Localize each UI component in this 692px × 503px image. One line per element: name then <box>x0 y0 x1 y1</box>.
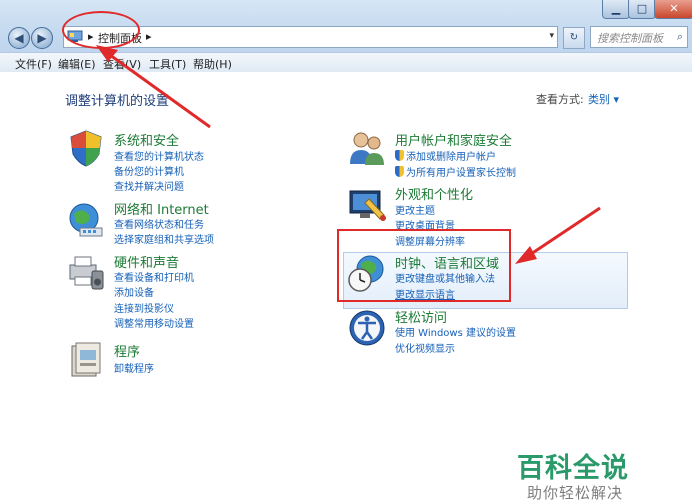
search-placeholder: 搜索控制面板 <box>597 32 663 45</box>
link-change-theme[interactable]: 更改主题 <box>395 202 435 217</box>
category-title-appearance[interactable]: 外观和个性化 <box>395 184 473 203</box>
maximize-button[interactable]: □ <box>628 0 656 19</box>
link-add-remove-accounts[interactable]: 添加或删除用户帐户 <box>395 148 496 163</box>
link-add-remove-accounts-label: 添加或删除用户帐户 <box>406 152 496 163</box>
chevron-down-icon[interactable]: ▾ <box>549 31 554 41</box>
programs-box-icon[interactable] <box>66 340 106 380</box>
link-view-computer-status[interactable]: 查看您的计算机状态 <box>114 148 204 163</box>
minimize-button[interactable]: ▁ <box>602 0 630 19</box>
shield-security-icon[interactable] <box>66 128 106 168</box>
users-icon[interactable] <box>347 128 387 168</box>
menu-tools[interactable]: 工具(T) <box>149 56 186 72</box>
link-optimize-video[interactable]: 优化视频显示 <box>395 340 455 355</box>
view-by-dropdown[interactable]: 类别 ▾ <box>588 91 619 107</box>
link-recommended-settings[interactable]: 使用 Windows 建议的设置 <box>395 324 516 339</box>
close-button[interactable]: ✕ <box>654 0 692 19</box>
link-uninstall-program[interactable]: 卸载程序 <box>114 360 154 375</box>
link-homegroup-sharing[interactable]: 选择家庭组和共享选项 <box>114 231 214 246</box>
page-title: 调整计算机的设置 <box>65 94 170 109</box>
category-title-system-security[interactable]: 系统和安全 <box>114 130 179 149</box>
link-add-device[interactable]: 添加设备 <box>114 284 154 299</box>
menu-help[interactable]: 帮助(H) <box>193 56 232 72</box>
control-panel-content: 调整计算机的设置 查看方式: 类别 ▾ 系统和安全 查看您的计算机状态 备份您的… <box>0 72 692 502</box>
link-network-status[interactable]: 查看网络状态和任务 <box>114 216 204 231</box>
link-connect-projector[interactable]: 连接到投影仪 <box>114 300 174 315</box>
menu-view[interactable]: 查看(V) <box>103 56 141 72</box>
watermark-slogan: 助你轻松解决 <box>527 484 624 502</box>
link-parental-controls-label: 为所有用户设置家长控制 <box>406 168 516 179</box>
link-devices-printers[interactable]: 查看设备和打印机 <box>114 269 194 284</box>
link-mobility-settings[interactable]: 调整常用移动设置 <box>114 315 194 330</box>
menu-edit[interactable]: 编辑(E) <box>58 56 96 72</box>
category-title-user-accounts[interactable]: 用户帐户和家庭安全 <box>395 130 512 149</box>
refresh-button[interactable]: ↻ <box>563 27 585 49</box>
search-icon[interactable]: ⌕ <box>677 30 683 44</box>
network-globe-icon[interactable] <box>66 200 106 240</box>
uac-shield-icon <box>395 150 404 161</box>
appearance-monitor-icon[interactable] <box>347 185 387 225</box>
forward-button[interactable]: ▶ <box>31 27 53 49</box>
category-title-programs[interactable]: 程序 <box>114 341 140 360</box>
menu-bar: 文件(F) 编辑(E) 查看(V) 工具(T) 帮助(H) <box>0 52 692 72</box>
watermark-logo: 百科全说 <box>517 453 629 484</box>
printer-speaker-icon[interactable] <box>66 253 106 293</box>
back-button[interactable]: ◀ <box>8 27 30 49</box>
annotation-highlight-rectangle <box>337 229 511 302</box>
menu-file[interactable]: 文件(F) <box>15 56 52 72</box>
search-input[interactable]: 搜索控制面板 ⌕ <box>590 26 688 48</box>
breadcrumb-arrow[interactable]: ▸ <box>146 30 152 43</box>
ease-of-access-icon[interactable] <box>347 308 387 348</box>
link-find-fix-problems[interactable]: 查找并解决问题 <box>114 178 184 193</box>
uac-shield-icon <box>395 166 404 177</box>
annotation-ellipse <box>62 11 140 49</box>
view-by-label: 查看方式: <box>536 93 584 106</box>
link-parental-controls[interactable]: 为所有用户设置家长控制 <box>395 164 516 179</box>
link-backup-computer[interactable]: 备份您的计算机 <box>114 163 184 178</box>
